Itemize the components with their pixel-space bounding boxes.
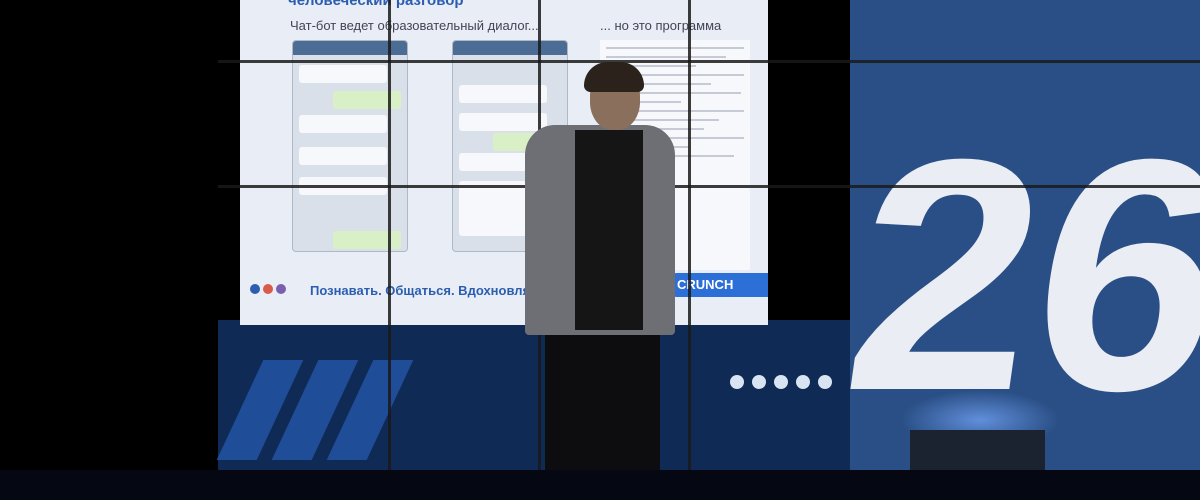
screen-seam	[388, 0, 391, 500]
speaker-legs	[545, 325, 660, 475]
speaker-shirt	[575, 130, 643, 330]
slide-tagline: Познавать. Общаться. Вдохновлять.	[310, 283, 549, 298]
video-frame: 26 человеческий разговор Чат-бот ведет о…	[0, 0, 1200, 500]
slide-subtitle-left: Чат-бот ведет образовательный диалог...	[290, 18, 539, 33]
slide-title: человеческий разговор	[288, 0, 464, 9]
stage-floor	[0, 470, 1200, 500]
screen-seam	[218, 185, 1200, 188]
speaker-hair	[584, 62, 644, 92]
logo-dots	[250, 284, 286, 294]
slide-subtitle-right: ... но это программа	[600, 18, 722, 33]
stage-light	[910, 430, 1045, 470]
decor-circles	[730, 375, 832, 389]
screen-seam	[688, 0, 691, 500]
crunch-badge: CRUNCH	[665, 273, 768, 297]
screen-seam	[218, 60, 1200, 63]
